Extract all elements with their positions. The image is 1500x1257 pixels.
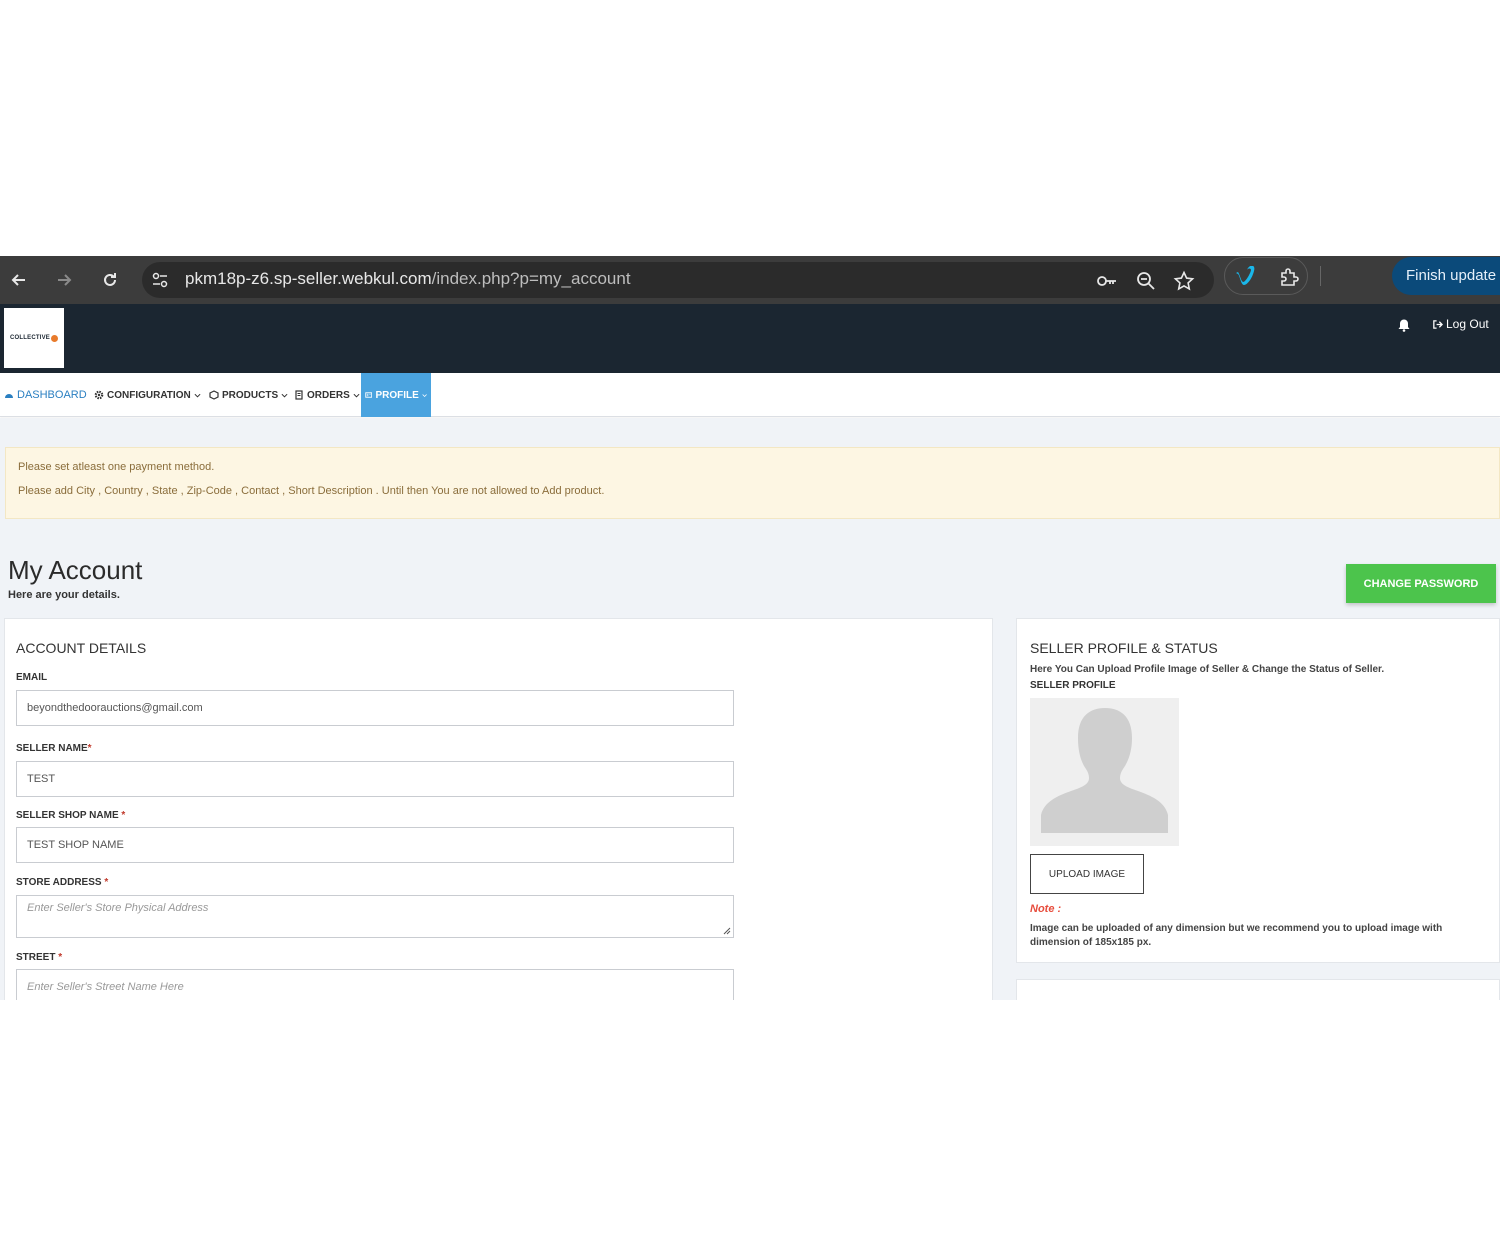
seller-status-card <box>1016 979 1500 1000</box>
logo[interactable]: COLLECTIVE <box>4 308 64 368</box>
extensions-group <box>1224 257 1308 295</box>
email-label-text: EMAIL <box>16 672 48 683</box>
alert-message-payment: Please set atleast one payment method. <box>18 461 215 473</box>
required-mark: * <box>104 877 109 888</box>
vimeo-extension-icon[interactable] <box>1234 266 1256 288</box>
chevron-down-icon <box>281 393 288 398</box>
profile-icon <box>365 392 373 398</box>
required-mark: * <box>121 810 126 821</box>
resize-handle-icon[interactable] <box>723 927 731 935</box>
forward-button[interactable] <box>46 256 82 304</box>
menu-item-configuration[interactable]: CONFIGURATION <box>94 373 201 417</box>
shop-name-label: SELLER SHOP NAME * <box>16 810 125 821</box>
street-label: STREET * <box>16 952 62 963</box>
seller-profile-description: Here You Can Upload Profile Image of Sel… <box>1030 664 1385 675</box>
zoom-icon[interactable] <box>1135 270 1157 292</box>
bell-icon[interactable] <box>1397 318 1411 332</box>
seller-name-label: SELLER NAME* <box>16 743 92 754</box>
upload-image-button[interactable]: UPLOAD IMAGE <box>1030 854 1144 894</box>
url-host: pkm18p-z6.sp-seller.webkul.com <box>185 269 432 288</box>
avatar-placeholder-icon <box>1041 708 1168 833</box>
email-label: EMAIL <box>16 672 47 683</box>
required-mark: * <box>58 952 63 963</box>
address-bar[interactable]: pkm18p-z6.sp-seller.webkul.com/index.php… <box>142 262 1214 298</box>
reload-icon <box>104 273 116 286</box>
bookmark-star-icon[interactable] <box>1173 270 1195 292</box>
orders-icon <box>295 390 303 400</box>
menu-item-dashboard[interactable]: DASHBOARD <box>4 373 87 417</box>
main-menu: DASHBOARD CONFIGURATION PRODUCTS ORDERS … <box>0 373 1500 417</box>
street-label-text: STREET <box>16 952 59 963</box>
alert-message-profile-fields: Please add City , Country , State , Zip-… <box>18 485 605 497</box>
menu-item-orders[interactable]: ORDERS <box>294 373 360 417</box>
store-address-label-text: STORE ADDRESS <box>16 877 105 888</box>
finish-update-button[interactable]: Finish update <box>1392 257 1500 295</box>
gear-icon <box>94 390 104 400</box>
chevron-down-icon <box>422 393 427 397</box>
warning-alert: Please set atleast one payment method. P… <box>5 447 1500 519</box>
seller-name-label-text: SELLER NAME <box>16 743 88 754</box>
street-field[interactable]: Enter Seller's Street Name Here <box>16 969 734 1000</box>
forward-arrow-icon <box>58 274 72 286</box>
store-address-placeholder: Enter Seller's Store Physical Address <box>27 902 209 914</box>
avatar <box>1030 698 1179 846</box>
site-info-icon[interactable] <box>150 270 170 290</box>
email-field[interactable]: beyondthedoorauctions@gmail.com <box>16 690 734 726</box>
store-address-label: STORE ADDRESS * <box>16 877 108 888</box>
product-icon <box>209 390 219 400</box>
back-button[interactable] <box>1 256 37 304</box>
seller-name-field[interactable]: TEST <box>16 761 734 797</box>
page-content: Please set atleast one payment method. P… <box>0 418 1500 1000</box>
menu-item-profile[interactable]: PROFILE <box>361 373 431 417</box>
logout-icon <box>1433 319 1443 329</box>
store-address-textarea[interactable]: Enter Seller's Store Physical Address <box>16 895 734 938</box>
chevron-down-icon <box>194 393 201 398</box>
url-text: pkm18p-z6.sp-seller.webkul.com/index.php… <box>185 269 631 289</box>
menu-item-label: CONFIGURATION <box>107 389 191 401</box>
logo-mark-icon <box>51 334 58 342</box>
seller-profile-label: SELLER PROFILE <box>1030 680 1116 691</box>
menu-item-label: ORDERS <box>307 389 350 401</box>
app-header: COLLECTIVE Log Out <box>0 304 1500 373</box>
shop-name-label-text: SELLER SHOP NAME <box>16 810 122 821</box>
seller-profile-card: SELLER PROFILE & STATUS Here You Can Upl… <box>1016 618 1500 963</box>
note-text: Image can be uploaded of any dimension b… <box>1030 923 1443 948</box>
seller-profile-title: SELLER PROFILE & STATUS <box>1030 640 1218 656</box>
dashboard-icon <box>5 394 13 398</box>
logout-label: Log Out <box>1446 317 1489 331</box>
menu-item-products[interactable]: PRODUCTS <box>209 373 288 417</box>
logout-link[interactable]: Log Out <box>1432 317 1489 331</box>
key-icon[interactable] <box>1096 270 1118 292</box>
page-title: My Account <box>8 555 143 585</box>
note-label: Note : <box>1030 903 1062 915</box>
required-mark: * <box>87 743 92 754</box>
shop-name-field[interactable]: TEST SHOP NAME <box>16 827 734 863</box>
menu-item-label: PROFILE <box>375 389 419 401</box>
reload-button[interactable] <box>92 256 128 304</box>
extensions-puzzle-icon[interactable] <box>1278 266 1300 288</box>
back-arrow-icon <box>11 274 25 286</box>
change-password-button[interactable]: CHANGE PASSWORD <box>1346 564 1496 603</box>
page-subtitle: Here are your details. <box>8 589 120 601</box>
logo-text: COLLECTIVE <box>9 335 50 341</box>
menu-item-label: PRODUCTS <box>222 389 279 401</box>
toolbar-separator <box>1320 266 1321 286</box>
chevron-down-icon <box>353 393 360 398</box>
menu-item-label: DASHBOARD <box>17 389 87 401</box>
account-details-card: ACCOUNT DETAILS EMAIL beyondthedooraucti… <box>4 618 993 1000</box>
url-path: /index.php?p=my_account <box>431 269 631 288</box>
account-details-title: ACCOUNT DETAILS <box>16 640 147 656</box>
